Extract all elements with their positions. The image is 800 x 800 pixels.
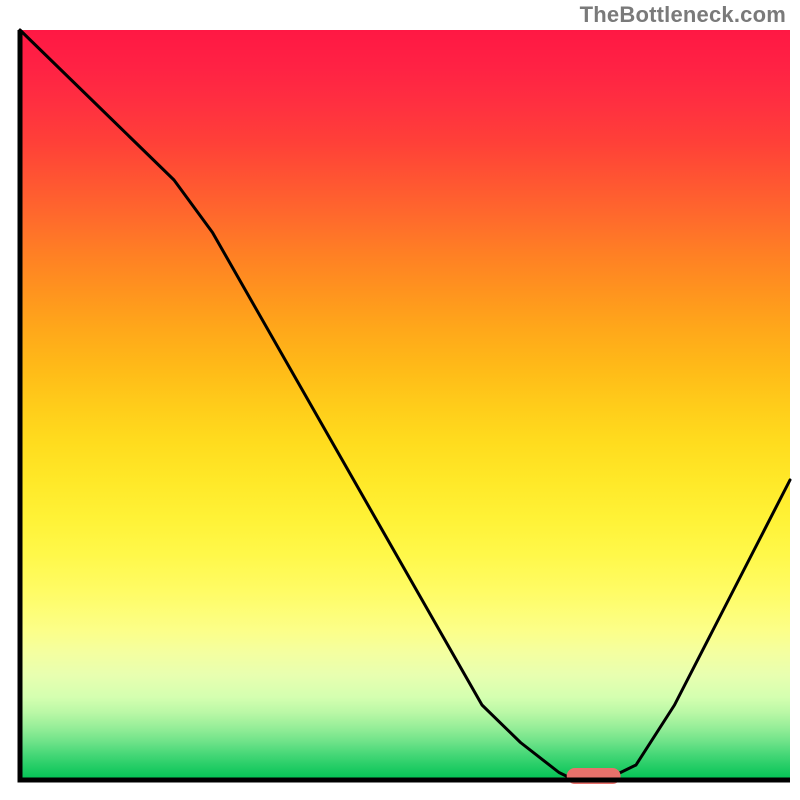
bottleneck-chart (0, 0, 800, 800)
chart-container: TheBottleneck.com (0, 0, 800, 800)
watermark-text: TheBottleneck.com (580, 2, 786, 28)
